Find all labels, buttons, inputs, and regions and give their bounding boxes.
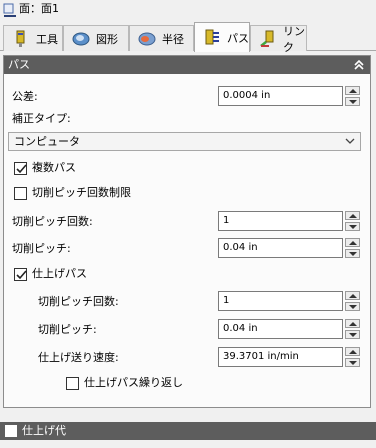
- step-count-label: 切削ピッチ回数:: [12, 215, 93, 228]
- tab-label: 半径: [162, 32, 184, 46]
- finish-allowance-checkbox[interactable]: [5, 425, 17, 437]
- spin-down-button[interactable]: [345, 249, 360, 258]
- tab-shape[interactable]: 図形: [63, 25, 129, 51]
- compensation-type-label: 補正タイプ:: [12, 112, 71, 125]
- tool-icon: [16, 30, 25, 47]
- repeat-finish-pass-checkbox[interactable]: [66, 377, 79, 390]
- spin-down-button[interactable]: [345, 358, 360, 367]
- spin-up-button[interactable]: [345, 291, 360, 300]
- multiple-passes-checkbox[interactable]: [14, 162, 27, 175]
- tab-label: パス: [227, 31, 249, 45]
- panel-title: パス: [8, 58, 30, 71]
- spin-up-button[interactable]: [345, 319, 360, 328]
- checkmark-icon: [16, 164, 27, 174]
- finish-pass-label: 仕上げパス: [32, 267, 87, 280]
- tolerance-label: 公差:: [12, 90, 38, 103]
- shape-icon: [72, 32, 90, 45]
- finish-allowance-label: 仕上げ代: [22, 424, 66, 437]
- tab-label: リンク: [283, 24, 305, 54]
- finish-step-count-stepper[interactable]: [345, 291, 360, 311]
- tab-path[interactable]: パス: [194, 22, 250, 52]
- panel-header[interactable]: パス: [4, 56, 370, 74]
- spin-down-button[interactable]: [345, 222, 360, 231]
- finish-feed-rate-input[interactable]: 39.3701 in/min: [218, 347, 343, 367]
- finish-step-pitch-spinner[interactable]: 0.04 in: [218, 319, 360, 339]
- compensation-type-select[interactable]: コンピュータ: [8, 132, 361, 151]
- step-pitch-stepper[interactable]: [345, 238, 360, 258]
- step-pitch-spinner[interactable]: 0.04 in: [218, 238, 360, 258]
- step-count-spinner[interactable]: 1: [218, 211, 360, 231]
- finish-feed-rate-label: 仕上げ送り速度:: [38, 351, 119, 364]
- tolerance-input[interactable]: 0.0004 in: [218, 86, 343, 106]
- tab-link[interactable]: リンク: [250, 25, 307, 54]
- spin-up-button[interactable]: [345, 211, 360, 220]
- finish-step-pitch-input[interactable]: 0.04 in: [218, 319, 343, 339]
- tab-label: 図形: [96, 32, 118, 46]
- step-pitch-label: 切削ピッチ:: [12, 242, 71, 255]
- limit-step-count-label: 切削ピッチ回数制限: [32, 186, 131, 199]
- spin-up-button[interactable]: [345, 347, 360, 356]
- finish-step-pitch-label: 切削ピッチ:: [38, 323, 97, 336]
- tab-tool[interactable]: 工具: [3, 25, 63, 51]
- spin-down-button[interactable]: [345, 302, 360, 311]
- step-count-input[interactable]: 1: [218, 211, 343, 231]
- window-titlebar: 面：面1: [0, 0, 376, 22]
- repeat-finish-pass-label: 仕上げパス繰り返し: [84, 376, 183, 389]
- checkmark-icon: [16, 270, 27, 280]
- spin-up-button[interactable]: [345, 238, 360, 247]
- tab-radius[interactable]: 半径: [129, 25, 194, 51]
- step-pitch-input[interactable]: 0.04 in: [218, 238, 343, 258]
- finish-step-count-input[interactable]: 1: [218, 291, 343, 311]
- link-icon: [260, 30, 274, 47]
- finish-feed-rate-spinner[interactable]: 39.3701 in/min: [218, 347, 360, 367]
- limit-step-count-checkbox[interactable]: [14, 187, 27, 200]
- finish-feed-rate-stepper[interactable]: [345, 347, 360, 367]
- face-icon: [3, 3, 16, 17]
- spin-down-button[interactable]: [345, 97, 360, 106]
- tolerance-spinner[interactable]: 0.0004 in: [218, 86, 360, 106]
- spin-down-button[interactable]: [345, 330, 360, 339]
- radius-icon: [138, 32, 156, 45]
- path-icon: [205, 29, 219, 44]
- tab-bar: 工具 図形 半径 パス リンク: [0, 22, 376, 54]
- collapse-icon[interactable]: [353, 58, 365, 72]
- finish-step-count-label: 切削ピッチ回数:: [38, 295, 119, 308]
- finish-pass-checkbox[interactable]: [14, 268, 27, 281]
- path-panel: パス 公差: 0.0004 in 補正タイプ: コンピュータ 複数パス 切削ピッ…: [3, 55, 371, 408]
- tab-label: 工具: [36, 32, 58, 46]
- finish-allowance-section-header[interactable]: 仕上げ代: [0, 422, 376, 440]
- compensation-type-value: コンピュータ: [14, 135, 80, 148]
- finish-step-pitch-stepper[interactable]: [345, 319, 360, 339]
- spin-up-button[interactable]: [345, 86, 360, 95]
- step-count-stepper[interactable]: [345, 211, 360, 231]
- window-title: 面：面1: [19, 2, 59, 15]
- tolerance-stepper[interactable]: [345, 86, 360, 106]
- multiple-passes-label: 複数パス: [32, 161, 76, 174]
- finish-step-count-spinner[interactable]: 1: [218, 291, 360, 311]
- chevron-down-icon: [345, 138, 355, 144]
